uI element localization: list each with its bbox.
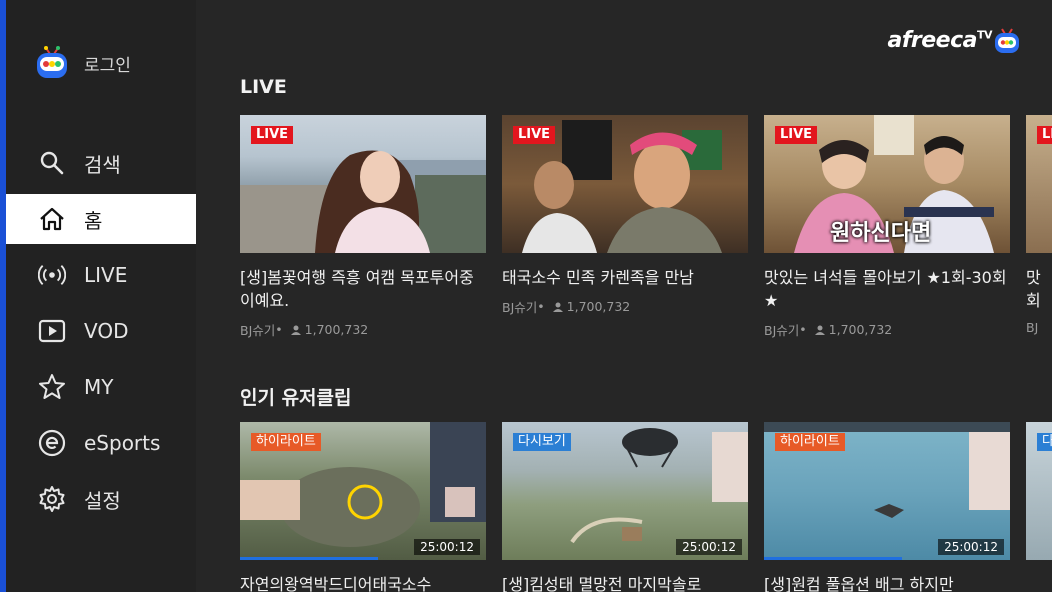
duration-label: 25:00:12 xyxy=(938,539,1004,555)
sidebar-item-label: 홈 xyxy=(84,208,103,233)
thumbnail: LIVE xyxy=(240,115,486,253)
card-title: [생]봄꽃여행 즉흥 여캠 목포투어중이예요. xyxy=(240,268,474,310)
viewer-icon xyxy=(290,325,301,335)
sidebar-item-label: eSports xyxy=(84,431,161,455)
card-title: 태국소수 민족 카렌족을 만남 xyxy=(502,268,694,287)
progress-bar xyxy=(764,557,902,560)
brand-logo: afreecaTV xyxy=(887,26,1020,54)
thumbnail: LIVE xyxy=(502,115,748,253)
gear-icon xyxy=(38,485,66,513)
replay-badge: 다 xyxy=(1037,433,1052,451)
card-title: 맛회 xyxy=(1026,268,1041,310)
sidebar-item-vod[interactable]: VOD xyxy=(6,306,196,356)
thumbnail: 하이라이트 25:00:12 xyxy=(240,422,486,560)
card-meta: BJ슈기 • 1,700,732 xyxy=(764,322,893,338)
broadcast-icon xyxy=(38,261,66,289)
live-card[interactable]: LIVE 맛회 BJ xyxy=(1026,115,1052,339)
sidebar-item-esports[interactable]: eSports xyxy=(6,418,196,468)
clip-card[interactable]: 하이라이트 25:00:12 자연의왕역박드디어태국소수 xyxy=(240,422,486,592)
clip-card[interactable]: 다시보기 25:00:12 [생]킴성태 멸망전 마지막솔로 xyxy=(502,422,748,592)
clips-row: 하이라이트 25:00:12 자연의왕역박드디어태국소수 다시보기 25:00:… xyxy=(240,422,1052,592)
sidebar-nav: 검색 홈 LIVE VOD MY eSports 설정 xyxy=(6,138,196,530)
thumbnail: LIVE xyxy=(1026,115,1052,253)
afreeca-mascot-icon xyxy=(995,28,1019,53)
progress-bar xyxy=(240,557,378,560)
card-meta: BJ슈기 • 1,700,732 xyxy=(502,299,631,315)
replay-badge: 다시보기 xyxy=(513,433,571,451)
sidebar-item-search[interactable]: 검색 xyxy=(6,138,196,188)
viewer-count: 1,700,732 xyxy=(828,322,893,337)
sidebar-item-my[interactable]: MY xyxy=(6,362,196,412)
sidebar-item-home[interactable]: 홈 xyxy=(6,194,196,244)
thumbnail: 하이라이트 25:00:12 xyxy=(764,422,1010,560)
live-badge: LIVE xyxy=(513,126,556,144)
login-label: 로그인 xyxy=(84,55,131,76)
clip-card[interactable]: 하이라이트 25:00:12 [생]원컴 풀옵션 배그 하지만 xyxy=(764,422,1010,592)
sidebar-item-label: 검색 xyxy=(84,152,121,177)
search-icon xyxy=(38,149,66,177)
main-content: afreecaTV LIVE LIVE [생]봄꽃여행 즉흥 여캠 목포투어중이… xyxy=(196,0,1052,592)
sidebar-item-live[interactable]: LIVE xyxy=(6,250,196,300)
channel-name: BJ슈기 xyxy=(764,323,800,338)
sidebar: 로그인 검색 홈 LIVE VOD MY eSports 설정 xyxy=(6,0,196,592)
sidebar-item-label: 설정 xyxy=(84,488,121,513)
card-title: [생]킴성태 멸망전 마지막솔로 xyxy=(502,575,702,592)
channel-name: BJ슈기 xyxy=(240,323,276,338)
channel-name: BJ xyxy=(1026,320,1039,335)
viewer-icon xyxy=(552,302,563,312)
brand-name: afreecaTV xyxy=(887,27,992,53)
live-row: LIVE [생]봄꽃여행 즉흥 여캠 목포투어중이예요. BJ슈기 • 1,70… xyxy=(240,115,1052,339)
sidebar-item-label: VOD xyxy=(84,319,129,343)
live-badge: LIVE xyxy=(1037,126,1052,144)
card-meta: BJ슈기 • 1,700,732 xyxy=(240,322,369,338)
duration-label: 25:00:12 xyxy=(414,539,480,555)
esports-icon xyxy=(38,429,66,457)
viewer-count: 1,700,732 xyxy=(566,299,631,314)
live-badge: LIVE xyxy=(775,126,818,144)
card-meta: BJ xyxy=(1026,320,1052,335)
viewer-icon xyxy=(814,325,825,335)
card-title: 자연의왕역박드디어태국소수 xyxy=(240,575,432,592)
card-title: [생]원컴 풀옵션 배그 하지만 xyxy=(764,575,954,592)
login-button[interactable]: 로그인 xyxy=(36,44,131,82)
thumbnail: 원하신다면 LIVE xyxy=(764,115,1010,253)
afreeca-mascot-icon xyxy=(37,46,67,78)
section-title-popular-clips: 인기 유저클립 xyxy=(240,387,352,409)
duration-label: 25:00:12 xyxy=(676,539,742,555)
live-badge: LIVE xyxy=(251,126,294,144)
live-card[interactable]: LIVE 태국소수 민족 카렌족을 만남 BJ슈기 • 1,700,732 xyxy=(502,115,748,339)
card-title: 맛있는 녀석들 몰아보기 ★1회-30회★ xyxy=(764,268,1007,310)
clip-card[interactable]: 다 xyxy=(1026,422,1052,592)
thumbnail-caption: 원하신다면 xyxy=(830,221,932,246)
sidebar-item-label: LIVE xyxy=(84,263,128,287)
play-icon xyxy=(38,317,66,345)
highlight-badge: 하이라이트 xyxy=(251,433,321,451)
home-icon xyxy=(38,205,66,233)
live-card[interactable]: LIVE [생]봄꽃여행 즉흥 여캠 목포투어중이예요. BJ슈기 • 1,70… xyxy=(240,115,486,339)
viewer-count: 1,700,732 xyxy=(304,322,369,337)
highlight-badge: 하이라이트 xyxy=(775,433,845,451)
section-title-live: LIVE xyxy=(240,76,287,98)
thumbnail: 다시보기 25:00:12 xyxy=(502,422,748,560)
channel-name: BJ슈기 xyxy=(502,300,538,315)
sidebar-item-settings[interactable]: 설정 xyxy=(6,474,196,524)
thumbnail: 다 xyxy=(1026,422,1052,560)
star-icon xyxy=(38,373,66,401)
sidebar-item-label: MY xyxy=(84,375,114,399)
live-card[interactable]: 원하신다면 LIVE 맛있는 녀석들 몰아보기 ★1회-30회★ BJ슈기 • … xyxy=(764,115,1010,339)
